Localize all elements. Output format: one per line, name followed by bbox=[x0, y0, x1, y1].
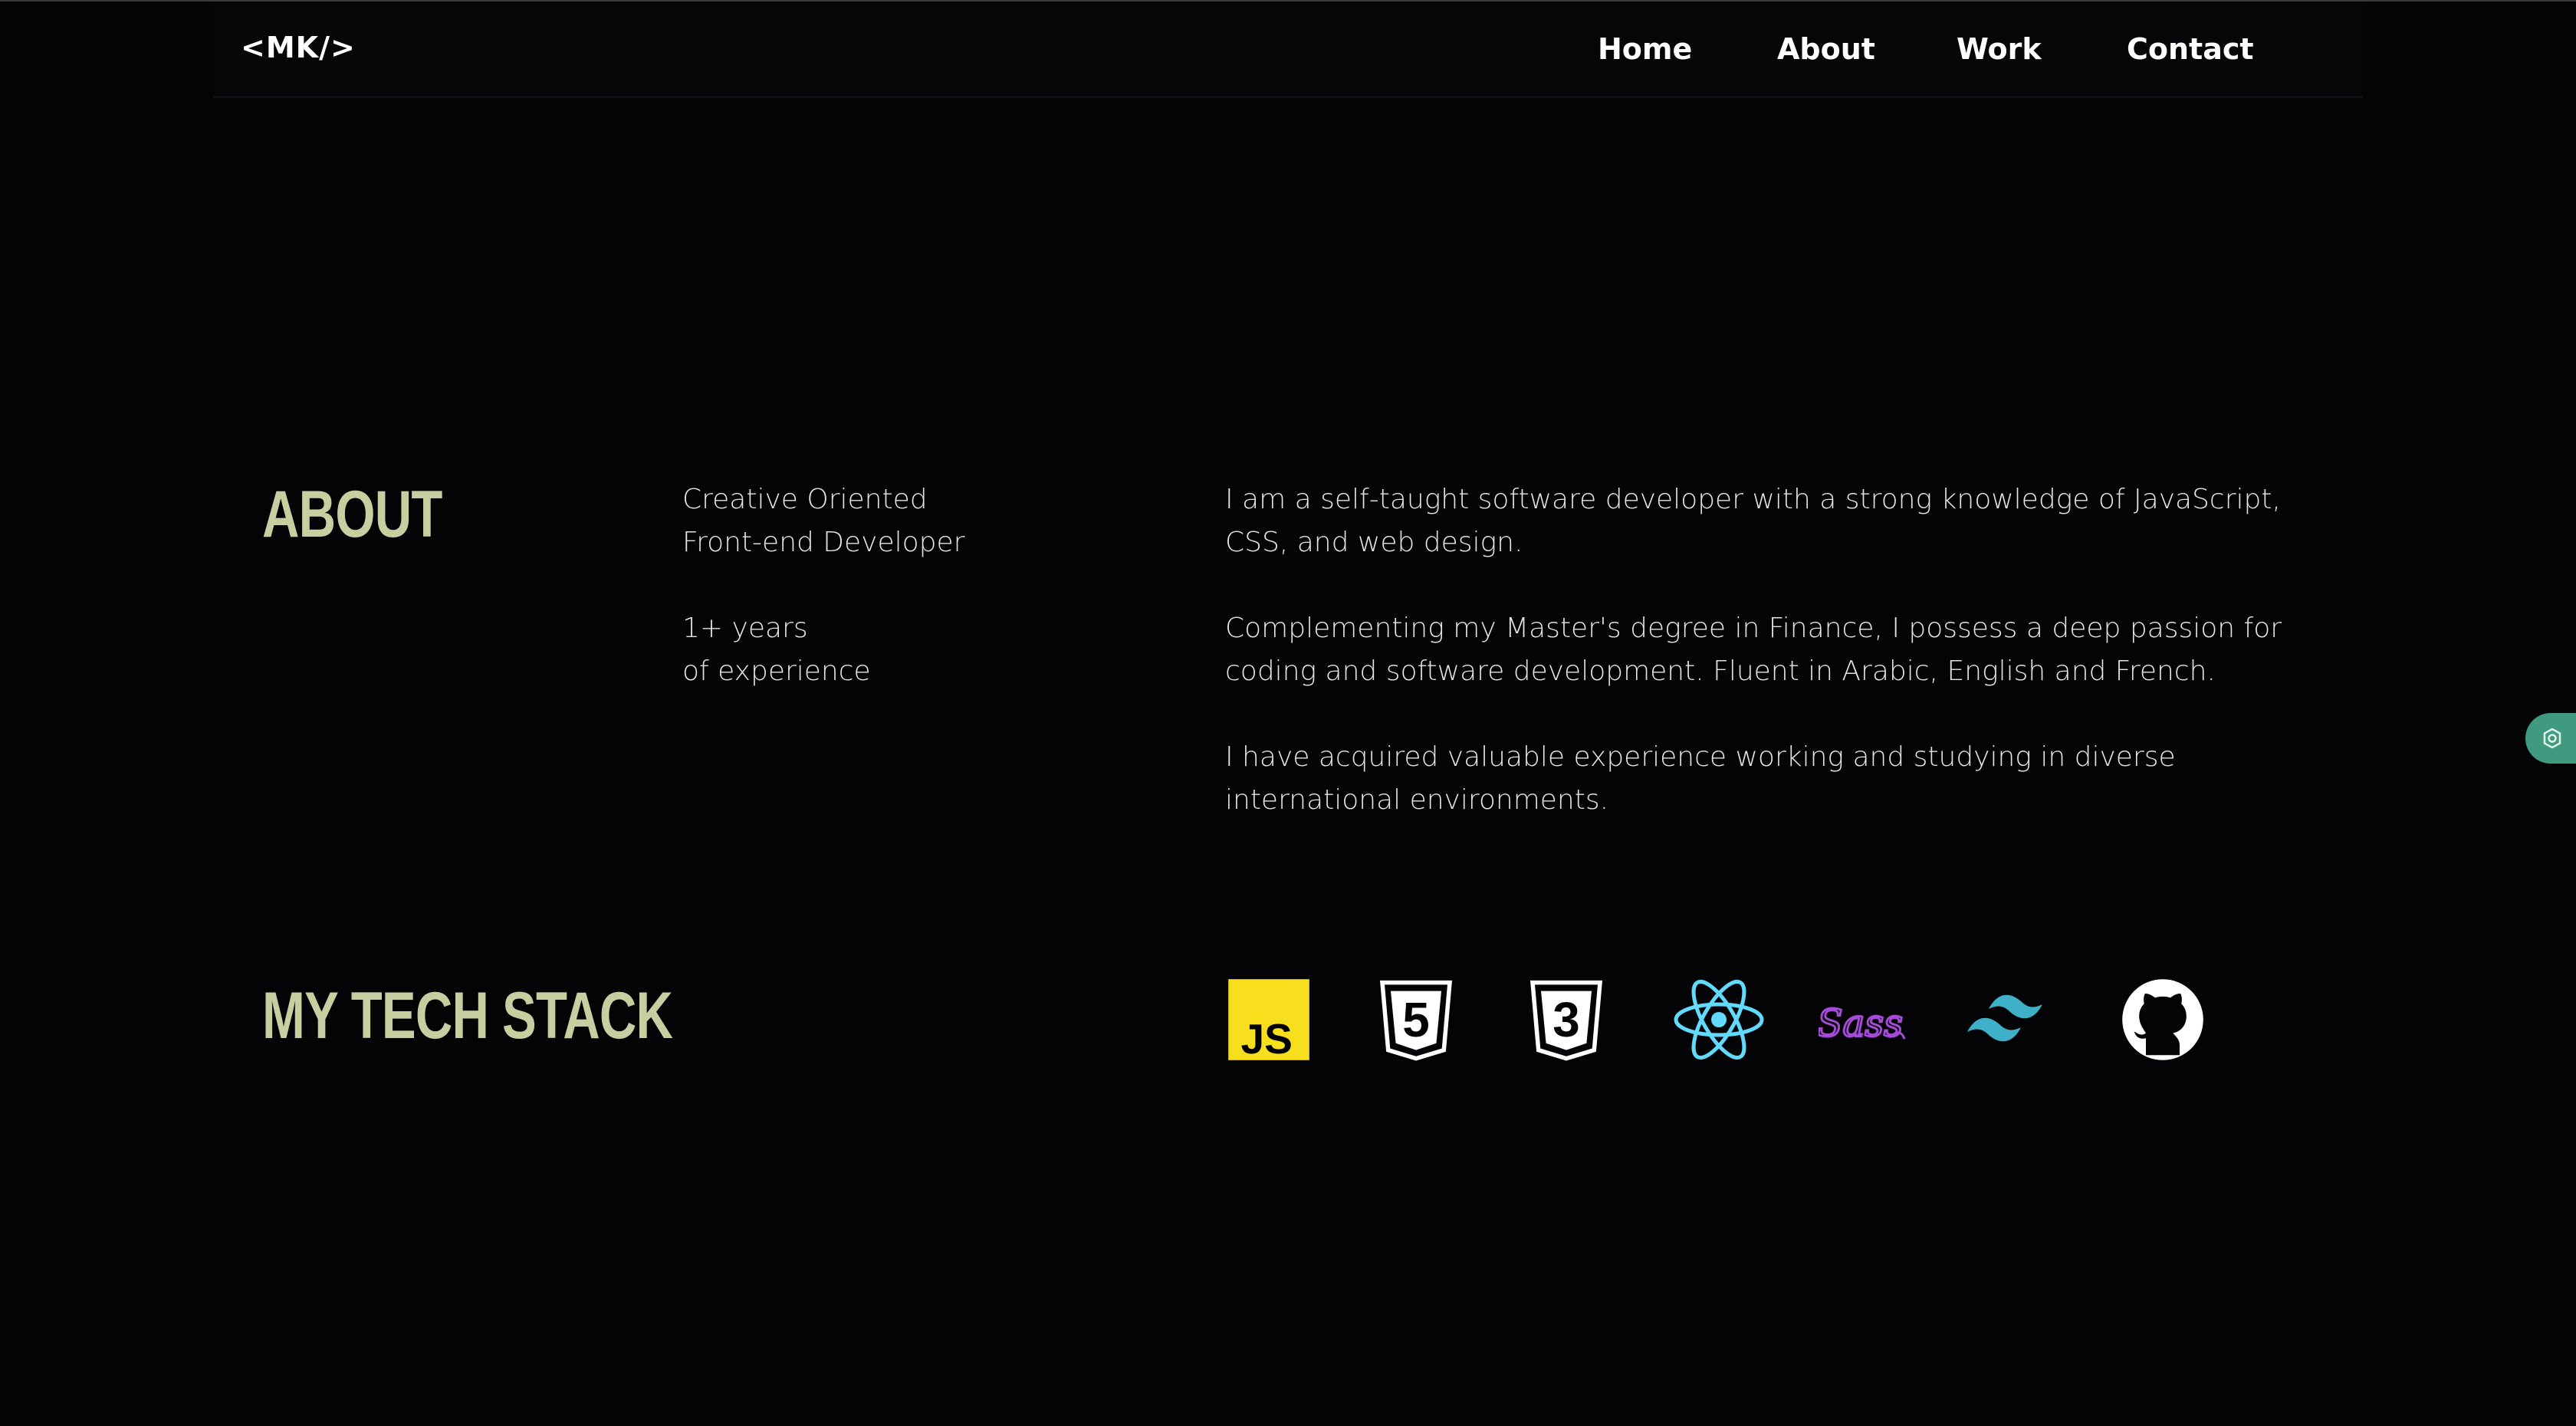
nav-work[interactable]: Work bbox=[1957, 32, 2042, 66]
react-icon bbox=[1671, 978, 1766, 1062]
sass-icon-label: Sass bbox=[1819, 1002, 1903, 1045]
bio-paragraph-2-line-1: Complementing my Master's degree in Fina… bbox=[1225, 613, 2282, 644]
css3-icon-label: 3 bbox=[1552, 992, 1579, 1047]
css3-icon: 3 bbox=[1524, 978, 1608, 1062]
bio-paragraph-1-line-1: I am a self-taught software developer wi… bbox=[1225, 484, 2281, 515]
nav-home[interactable]: Home bbox=[1598, 32, 1692, 66]
html5-icon: 5 bbox=[1374, 978, 1458, 1062]
role-line-1: Creative Oriented bbox=[682, 484, 928, 515]
navbar: <MK/> Home About Work Contact bbox=[213, 2, 2363, 98]
nav-about[interactable]: About bbox=[1777, 32, 1875, 66]
role-line-2: Front-end Developer bbox=[682, 527, 965, 558]
bio-paragraph-3-line-1: I have acquired valuable experience work… bbox=[1225, 741, 2176, 773]
experience-line-2: of experience bbox=[682, 656, 871, 687]
nav-contact[interactable]: Contact bbox=[2127, 32, 2254, 66]
bio-paragraph-3-line-2: international environments. bbox=[1225, 784, 1609, 816]
about-heading: ABOUT bbox=[262, 478, 442, 551]
experience-line-1: 1+ years bbox=[682, 613, 808, 644]
html5-icon-label: 5 bbox=[1402, 992, 1429, 1047]
tailwind-icon bbox=[1963, 978, 2062, 1062]
gear-icon bbox=[2543, 728, 2561, 749]
github-icon[interactable] bbox=[2121, 978, 2205, 1062]
logo[interactable]: <MK/> bbox=[241, 31, 356, 64]
javascript-icon: JS bbox=[1227, 978, 1311, 1062]
javascript-icon-label: JS bbox=[1241, 1015, 1293, 1062]
floating-settings-button[interactable] bbox=[2525, 713, 2576, 764]
sass-icon: Sass bbox=[1819, 978, 1907, 1062]
bio-paragraph-2-line-2: coding and software development. Fluent … bbox=[1225, 656, 2216, 687]
bio-paragraph-1-line-2: CSS, and web design. bbox=[1225, 527, 1523, 558]
tech-stack-heading: MY TECH STACK bbox=[262, 979, 673, 1053]
